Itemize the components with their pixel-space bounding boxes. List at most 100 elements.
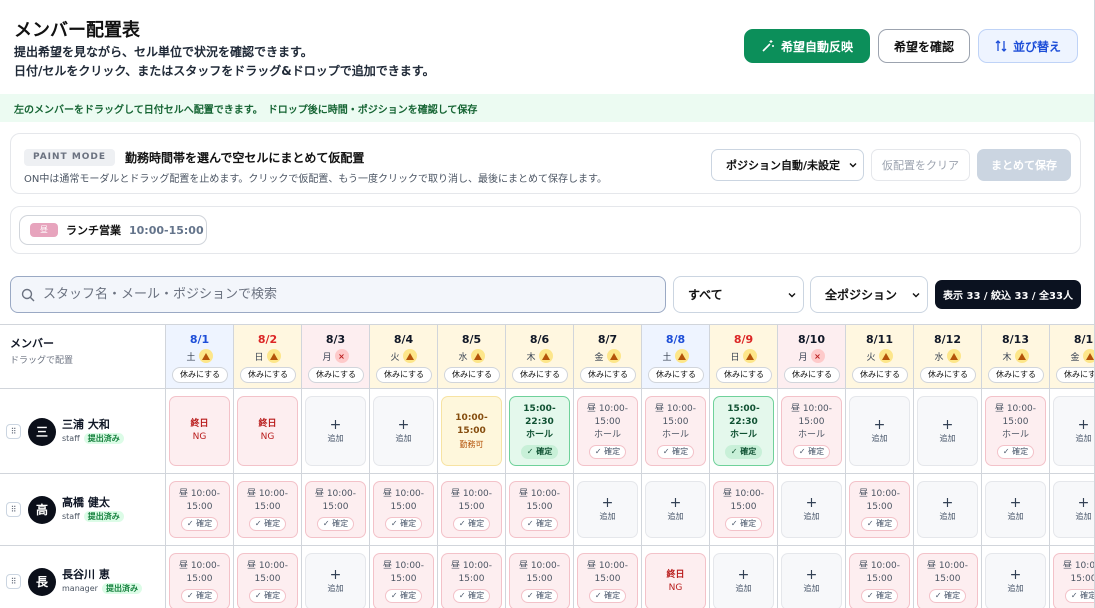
schedule-cell[interactable]: 昼 10:00- 15:00 ✓ 確定	[438, 474, 506, 546]
schedule-cell[interactable]: + 追加	[302, 389, 370, 474]
set-day-off-button[interactable]: 休みにする	[308, 367, 364, 383]
day-header[interactable]: 8/9 日休みにする	[710, 325, 778, 389]
shift-card[interactable]: 昼 10:00- 15:00 ✓ 確定	[305, 481, 366, 538]
member-row[interactable]: ⠿ 長長谷川 恵 manager 提出済み	[0, 546, 166, 608]
shift-card[interactable]: 昼 10:00- 15:00 ✓ 確定	[1053, 553, 1094, 608]
shift-card[interactable]: 昼 10:00- 15:00 ✓ 確定	[849, 553, 910, 608]
schedule-cell[interactable]: + 追加	[914, 474, 982, 546]
schedule-cell[interactable]: 15:00-22:30 ホール ✓ 確定	[710, 389, 778, 474]
schedule-cell[interactable]: + 追加	[778, 474, 846, 546]
shift-card[interactable]: 昼 10:00- 15:00 ✓ 確定	[441, 553, 502, 608]
schedule-cell[interactable]: 昼 10:00- 15:00 ✓ 確定	[438, 546, 506, 608]
set-day-off-button[interactable]: 休みにする	[512, 367, 568, 383]
shift-card[interactable]: 昼 10:00- 15:00 ✓ 確定	[237, 481, 298, 538]
add-shift-button[interactable]: + 追加	[713, 553, 774, 608]
set-day-off-button[interactable]: 休みにする	[444, 367, 500, 383]
clear-draft-button[interactable]: 仮配置をクリア	[871, 149, 970, 181]
paint-mode-badge[interactable]: PAINT MODE	[24, 149, 115, 166]
schedule-cell[interactable]: + 追加	[846, 389, 914, 474]
day-header[interactable]: 8/10 月 × 休みにする	[778, 325, 846, 389]
shift-card[interactable]: 昼 10:00- 15:00 ✓ 確定	[169, 481, 230, 538]
shift-card[interactable]: 15:00-22:30 ホール ✓ 確定	[713, 396, 774, 466]
set-day-off-button[interactable]: 休みにする	[920, 367, 976, 383]
shift-card[interactable]: 昼 10:00- 15:00 ✓ 確定	[713, 481, 774, 538]
schedule-cell[interactable]: + 追加	[642, 474, 710, 546]
schedule-cell[interactable]: 昼 10:00- 15:00 ✓ 確定	[166, 474, 234, 546]
day-header[interactable]: 8/13 木休みにする	[982, 325, 1050, 389]
schedule-cell[interactable]: 昼 10:00- 15:00 ✓ 確定	[710, 474, 778, 546]
day-header[interactable]: 8/11 火休みにする	[846, 325, 914, 389]
schedule-cell[interactable]: 昼 10:00- 15:00 ✓ 確定	[574, 546, 642, 608]
add-shift-button[interactable]: + 追加	[1053, 481, 1094, 538]
schedule-cell[interactable]: 終日 NG	[234, 389, 302, 474]
shift-card[interactable]: 15:00-22:30 ホール ✓ 確定	[509, 396, 570, 466]
add-shift-button[interactable]: + 追加	[781, 553, 842, 608]
schedule-cell[interactable]: 終日 NG	[166, 389, 234, 474]
day-header[interactable]: 8/7 金休みにする	[574, 325, 642, 389]
check-requests-button[interactable]: 希望を確認	[878, 29, 970, 63]
schedule-cell[interactable]: + 追加	[370, 389, 438, 474]
set-day-off-button[interactable]: 休みにする	[784, 367, 840, 383]
shift-card[interactable]: 昼 10:00- 15:00 ✓ 確定	[509, 553, 570, 608]
shift-card[interactable]: 終日 NG	[169, 396, 230, 466]
add-shift-button[interactable]: + 追加	[917, 481, 978, 538]
schedule-cell[interactable]: 15:00-22:30 ホール ✓ 確定	[506, 389, 574, 474]
schedule-cell[interactable]: 昼 10:00- 15:00 ✓ 確定	[234, 474, 302, 546]
shift-card[interactable]: 昼 10:00- 15:00 ホール ✓ 確定	[577, 396, 638, 466]
day-header[interactable]: 8/4 火休みにする	[370, 325, 438, 389]
schedule-cell[interactable]: 昼 10:00- 15:00 ✓ 確定	[302, 474, 370, 546]
drag-handle-icon[interactable]: ⠿	[6, 574, 21, 589]
set-day-off-button[interactable]: 休みにする	[988, 367, 1044, 383]
shift-card[interactable]: 昼 10:00- 15:00 ✓ 確定	[509, 481, 570, 538]
day-header[interactable]: 8/12 水休みにする	[914, 325, 982, 389]
bulk-save-button[interactable]: まとめて保存	[977, 149, 1071, 181]
shift-card[interactable]: 昼 10:00- 15:00 ホール ✓ 確定	[985, 396, 1046, 466]
shift-card[interactable]: 昼 10:00- 15:00 ✓ 確定	[441, 481, 502, 538]
schedule-cell[interactable]: 昼 10:00- 15:00 ✓ 確定	[370, 474, 438, 546]
add-shift-button[interactable]: + 追加	[781, 481, 842, 538]
drag-handle-icon[interactable]: ⠿	[6, 502, 21, 517]
shift-chip-lunch[interactable]: 昼 ランチ営業 10:00-15:00	[19, 215, 207, 245]
day-header[interactable]: 8/8 土休みにする	[642, 325, 710, 389]
shift-card[interactable]: 終日 NG	[645, 553, 706, 608]
shift-card[interactable]: 10:00-15:00 勤務可	[441, 396, 502, 466]
shift-card[interactable]: 昼 10:00- 15:00 ✓ 確定	[373, 481, 434, 538]
schedule-cell[interactable]: + 追加	[302, 546, 370, 608]
set-day-off-button[interactable]: 休みにする	[716, 367, 772, 383]
member-row[interactable]: ⠿ 高高橋 健太 staff 提出済み	[0, 474, 166, 546]
day-header[interactable]: 8/3 月 × 休みにする	[302, 325, 370, 389]
schedule-cell[interactable]: + 追加	[574, 474, 642, 546]
shift-card[interactable]: 昼 10:00- 15:00 ✓ 確定	[169, 553, 230, 608]
status-filter-select[interactable]: すべて	[673, 276, 804, 313]
add-shift-button[interactable]: + 追加	[985, 481, 1046, 538]
add-shift-button[interactable]: + 追加	[373, 396, 434, 466]
shift-card[interactable]: 昼 10:00- 15:00 ✓ 確定	[373, 553, 434, 608]
shift-card[interactable]: 昼 10:00- 15:00 ✓ 確定	[577, 553, 638, 608]
schedule-cell[interactable]: 昼 10:00- 15:00 ✓ 確定	[914, 546, 982, 608]
schedule-cell[interactable]: + 追加	[1050, 474, 1094, 546]
day-header[interactable]: 8/1 土休みにする	[166, 325, 234, 389]
schedule-cell[interactable]: 昼 10:00- 15:00 ✓ 確定	[370, 546, 438, 608]
schedule-cell[interactable]: + 追加	[778, 546, 846, 608]
sort-button[interactable]: 並び替え	[978, 29, 1078, 63]
day-header[interactable]: 8/2 日休みにする	[234, 325, 302, 389]
search-box[interactable]	[10, 276, 666, 313]
schedule-cell[interactable]: 昼 10:00- 15:00 ホール ✓ 確定	[778, 389, 846, 474]
schedule-cell[interactable]: 昼 10:00- 15:00 ホール ✓ 確定	[574, 389, 642, 474]
day-header[interactable]: 8/6 木休みにする	[506, 325, 574, 389]
day-header[interactable]: 8/5 水休みにする	[438, 325, 506, 389]
schedule-cell[interactable]: 終日 NG	[642, 546, 710, 608]
add-shift-button[interactable]: + 追加	[1053, 396, 1094, 466]
schedule-cell[interactable]: 昼 10:00- 15:00 ✓ 確定	[166, 546, 234, 608]
search-input[interactable]	[43, 287, 643, 302]
schedule-cell[interactable]: 昼 10:00- 15:00 ✓ 確定	[1050, 546, 1094, 608]
add-shift-button[interactable]: + 追加	[985, 553, 1046, 608]
add-shift-button[interactable]: + 追加	[305, 553, 366, 608]
position-select[interactable]: ポジション自動/未設定	[711, 149, 864, 181]
day-header[interactable]: 8/1 金休みにする	[1050, 325, 1094, 389]
schedule-cell[interactable]: 昼 10:00- 15:00 ✓ 確定	[846, 546, 914, 608]
add-shift-button[interactable]: + 追加	[577, 481, 638, 538]
schedule-cell[interactable]: 昼 10:00- 15:00 ✓ 確定	[506, 474, 574, 546]
shift-card[interactable]: 昼 10:00- 15:00 ホール ✓ 確定	[645, 396, 706, 466]
set-day-off-button[interactable]: 休みにする	[852, 367, 908, 383]
